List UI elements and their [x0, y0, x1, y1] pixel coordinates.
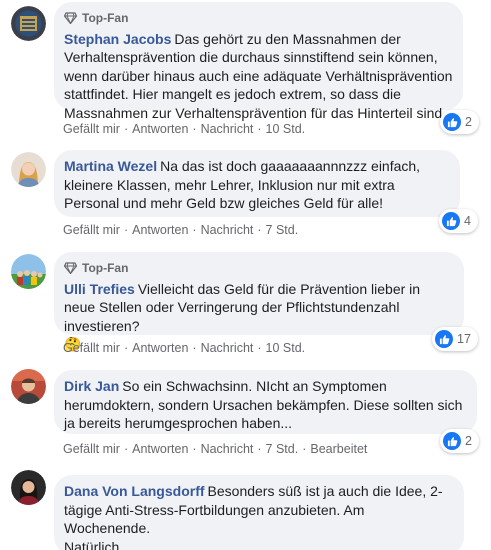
- separator: ·: [192, 442, 197, 456]
- like-button[interactable]: Gefällt mir: [63, 341, 120, 355]
- avatar[interactable]: [11, 254, 46, 289]
- reaction-count[interactable]: 2: [440, 429, 479, 453]
- diamond-icon: [64, 12, 77, 25]
- edited-label[interactable]: Bearbeitet: [310, 442, 367, 456]
- comment-actions: Gefällt mir · Antworten · Nachricht · 10…: [63, 341, 305, 355]
- comment-timestamp[interactable]: 10 Std.: [266, 341, 306, 355]
- comment-text: So ein Schwachsinn. NIcht an Symptomen h…: [64, 378, 463, 431]
- reply-button[interactable]: Antworten: [132, 223, 188, 237]
- comment-bubble: Dana Von Langsdorff Besonders süß ist ja …: [54, 475, 464, 550]
- message-button[interactable]: Nachricht: [201, 223, 254, 237]
- top-fan-label: Top-Fan: [82, 261, 129, 275]
- top-fan-badge: Top-Fan: [64, 9, 453, 28]
- reply-button[interactable]: Antworten: [132, 122, 188, 136]
- comment-timestamp[interactable]: 7 Std.: [266, 223, 299, 237]
- separator: ·: [192, 341, 197, 355]
- separator: ·: [123, 341, 129, 355]
- like-button[interactable]: Gefällt mir: [63, 223, 120, 237]
- separator: ·: [192, 122, 197, 136]
- comment-author[interactable]: Martina Wezel: [64, 158, 157, 174]
- comment-bubble: Martina Wezel Na das ist doch gaaaaaaannn…: [54, 150, 460, 217]
- diamond-icon: [64, 262, 77, 275]
- separator: ·: [257, 122, 262, 136]
- reaction-count-value: 2: [465, 115, 472, 129]
- separator: ·: [192, 223, 197, 237]
- top-fan-badge: Top-Fan: [64, 259, 454, 278]
- reply-button[interactable]: Antworten: [132, 341, 188, 355]
- separator: ·: [257, 442, 262, 456]
- separator: ·: [257, 341, 262, 355]
- comment-author[interactable]: Stephan Jacobs: [64, 31, 171, 47]
- comment-author[interactable]: Dirk Jan: [64, 378, 119, 394]
- separator: ·: [302, 442, 307, 456]
- like-reaction-icon: [442, 212, 460, 230]
- separator: ·: [123, 122, 129, 136]
- comment-author[interactable]: Dana Von Langsdorff: [64, 483, 205, 499]
- comment-actions: Gefällt mir · Antworten · Nachricht · 7 …: [63, 223, 298, 237]
- top-fan-label: Top-Fan: [82, 11, 129, 25]
- avatar[interactable]: [11, 152, 46, 187]
- reaction-count[interactable]: 2: [440, 110, 479, 134]
- comment-bubble: Top-Fan Stephan Jacobs Das gehört zu den …: [54, 2, 463, 121]
- comment-timestamp[interactable]: 10 Std.: [266, 122, 306, 136]
- avatar[interactable]: [11, 369, 46, 404]
- comment-timestamp[interactable]: 7 Std.: [266, 442, 299, 456]
- like-reaction-icon: [443, 113, 461, 131]
- reply-button[interactable]: Antworten: [132, 442, 188, 456]
- reaction-count-value: 2: [465, 434, 472, 448]
- like-reaction-icon: [435, 330, 453, 348]
- comment-author[interactable]: Ulli Trefies: [64, 281, 135, 297]
- comment-bubble: Top-Fan Ulli Trefies Vielleicht das Geld …: [54, 252, 464, 352]
- message-button[interactable]: Nachricht: [201, 122, 254, 136]
- reaction-count[interactable]: 17: [432, 327, 478, 351]
- like-reaction-icon: [443, 432, 461, 450]
- reaction-count-value: 17: [457, 332, 471, 346]
- separator: ·: [123, 442, 129, 456]
- comment-text-line: Natürlich.: [64, 538, 124, 550]
- message-button[interactable]: Nachricht: [201, 341, 254, 355]
- avatar[interactable]: [11, 470, 46, 505]
- avatar[interactable]: [11, 6, 46, 41]
- comment-actions: Gefällt mir · Antworten · Nachricht · 10…: [63, 122, 305, 136]
- reaction-count[interactable]: 4: [439, 209, 478, 233]
- message-button[interactable]: Nachricht: [201, 442, 254, 456]
- separator: ·: [123, 223, 129, 237]
- reaction-count-value: 4: [464, 214, 471, 228]
- separator: ·: [257, 223, 262, 237]
- comment-actions: Gefällt mir · Antworten · Nachricht · 7 …: [63, 442, 367, 456]
- comment-bubble: Dirk Jan So ein Schwachsinn. NIcht an Sym…: [54, 370, 477, 434]
- like-button[interactable]: Gefällt mir: [63, 122, 120, 136]
- like-button[interactable]: Gefällt mir: [63, 442, 120, 456]
